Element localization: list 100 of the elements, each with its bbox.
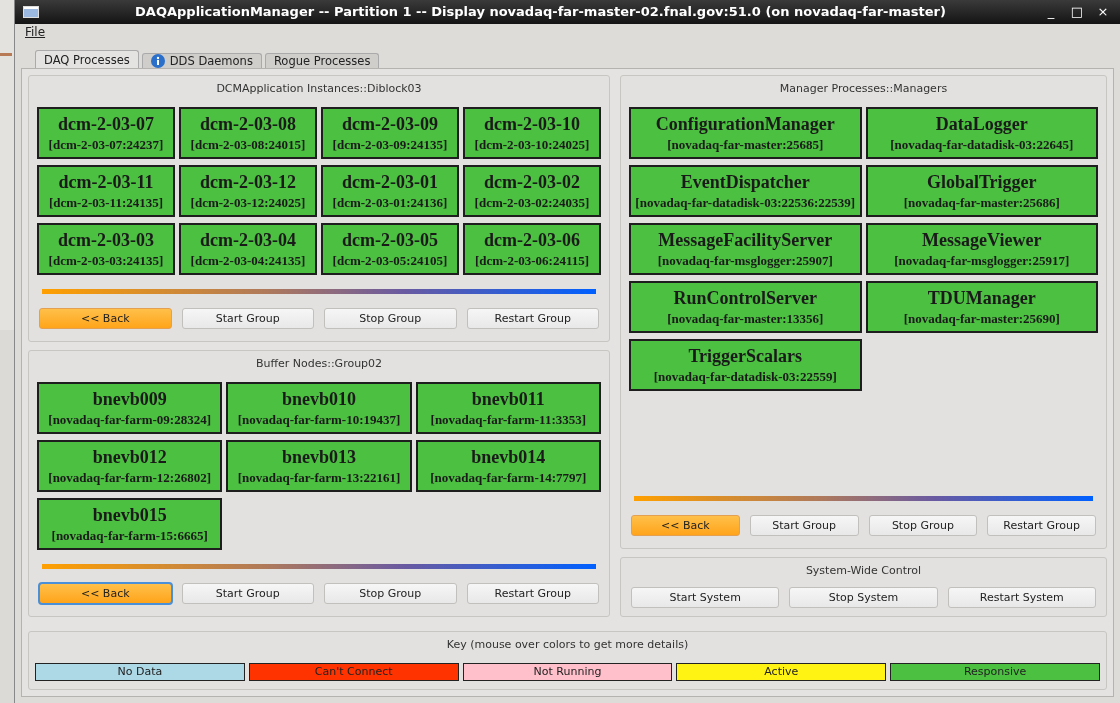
- window-control[interactable]: □: [1068, 4, 1086, 20]
- tab-label: DDS Daemons: [169, 54, 253, 68]
- window-control[interactable]: ×: [1094, 4, 1112, 20]
- process-name: bnevb012: [92, 446, 167, 468]
- process-tile[interactable]: DataLogger [novadaq-far-datadisk-03:22645]: [865, 107, 1098, 159]
- process-name: dcm-2-03-10: [484, 113, 580, 135]
- tab[interactable]: Rogue Processes: [264, 53, 380, 68]
- process-name: MessageViewer: [922, 229, 1042, 251]
- process-name: EventDispatcher: [680, 171, 810, 193]
- process-tile[interactable]: MessageViewer [novadaq-far-msglogger:25917]: [865, 223, 1098, 275]
- process-tile[interactable]: dcm-2-03-07 [dcm-2-03-07:24237]: [37, 107, 175, 159]
- system-button[interactable]: Start System: [631, 587, 780, 608]
- tab-label: Rogue Processes: [273, 54, 371, 68]
- process-tile[interactable]: dcm-2-03-09 [dcm-2-03-09:24135]: [321, 107, 459, 159]
- process-tile[interactable]: dcm-2-03-05 [dcm-2-03-05:24105]: [321, 223, 459, 275]
- group-button[interactable]: Stop Group: [324, 583, 457, 604]
- process-name: dcm-2-03-07: [58, 113, 154, 135]
- legend-swatch[interactable]: Responsive: [890, 663, 1100, 681]
- process-tile[interactable]: dcm-2-03-08 [dcm-2-03-08:24015]: [179, 107, 317, 159]
- group-button[interactable]: Stop Group: [868, 515, 978, 536]
- process-address: [novadaq-far-master:13356]: [667, 310, 824, 327]
- back-button[interactable]: << Back: [39, 583, 172, 604]
- group-button[interactable]: Start Group: [749, 515, 859, 536]
- process-tile[interactable]: dcm-2-03-06 [dcm-2-03-06:24115]: [463, 223, 601, 275]
- process-name: dcm-2-03-04: [200, 229, 296, 251]
- process-name: dcm-2-03-02: [484, 171, 580, 193]
- system-button[interactable]: Restart System: [947, 587, 1096, 608]
- window-icon: [23, 5, 39, 18]
- process-tile[interactable]: dcm-2-03-12 [dcm-2-03-12:24025]: [179, 165, 317, 217]
- back-button[interactable]: << Back: [39, 308, 172, 329]
- process-name: TDUManager: [927, 287, 1036, 309]
- process-tile[interactable]: bnevb014 [novadaq-far-farm-14:7797]: [415, 440, 601, 492]
- process-address: [dcm-2-03-02:24035]: [474, 194, 590, 211]
- process-address: [novadaq-far-master:25690]: [903, 310, 1060, 327]
- process-address: [novadaq-far-datadisk-03:22559]: [653, 368, 837, 385]
- process-name: ConfigurationManager: [655, 113, 835, 135]
- process-address: [dcm-2-03-11:24135]: [48, 194, 164, 211]
- window-title: DAQApplicationManager -- Partition 1 -- Display novadaq-far-master-02.fnal.gov:51.0 (on novadaq-far-master): [134, 4, 947, 20]
- group-title: DCMApplication Instances::Diblock03: [216, 82, 422, 97]
- group-button[interactable]: Stop Group: [324, 308, 457, 329]
- group-button[interactable]: Restart Group: [466, 308, 599, 329]
- process-tile[interactable]: bnevb012 [novadaq-far-farm-12:26802]: [37, 440, 223, 492]
- process-tile[interactable]: bnevb013 [novadaq-far-farm-13:22161]: [226, 440, 412, 492]
- back-button[interactable]: << Back: [631, 515, 740, 536]
- legend-swatch[interactable]: Not Running: [462, 663, 673, 681]
- process-tile[interactable]: dcm-2-03-02 [dcm-2-03-02:24035]: [463, 165, 601, 217]
- process-address: [novadaq-far-master:25686]: [903, 194, 1060, 211]
- menu-item[interactable]: File: [25, 24, 46, 39]
- process-address: [dcm-2-03-04:24135]: [190, 252, 306, 269]
- process-tile[interactable]: TriggerScalars [novadaq-far-datadisk-03:22559]: [629, 339, 862, 391]
- process-tile[interactable]: dcm-2-03-01 [dcm-2-03-01:24136]: [321, 165, 459, 217]
- process-address: [dcm-2-03-03:24135]: [48, 252, 164, 269]
- process-name: dcm-2-03-11: [58, 171, 154, 193]
- legend-swatch[interactable]: Can't Connect: [248, 663, 459, 681]
- tab[interactable]: DAQ Processes: [35, 50, 139, 68]
- process-address: [dcm-2-03-12:24025]: [190, 194, 306, 211]
- process-address: [dcm-2-03-06:24115]: [474, 252, 590, 269]
- process-tile[interactable]: bnevb010 [novadaq-far-farm-10:19437]: [226, 382, 412, 434]
- process-name: bnevb011: [471, 388, 545, 410]
- process-name: dcm-2-03-06: [484, 229, 580, 251]
- process-address: [novadaq-far-farm-10:19437]: [237, 411, 401, 428]
- group-button[interactable]: Restart Group: [466, 583, 599, 604]
- process-address: [dcm-2-03-09:24135]: [332, 136, 448, 153]
- process-name: DataLogger: [935, 113, 1028, 135]
- process-tile[interactable]: GlobalTrigger [novadaq-far-master:25686]: [865, 165, 1098, 217]
- system-button[interactable]: Stop System: [789, 587, 938, 608]
- process-tile[interactable]: bnevb015 [novadaq-far-farm-15:6665]: [37, 498, 223, 550]
- process-tile[interactable]: dcm-2-03-10 [dcm-2-03-10:24025]: [463, 107, 601, 159]
- process-name: RunControlServer: [673, 287, 818, 309]
- process-address: [dcm-2-03-08:24015]: [190, 136, 306, 153]
- legend-swatch[interactable]: No Data: [35, 663, 245, 681]
- process-address: [novadaq-far-farm-11:3353]: [430, 411, 587, 428]
- legend-swatch[interactable]: Active: [676, 663, 887, 681]
- process-tile[interactable]: RunControlServer [novadaq-far-master:13356]: [629, 281, 862, 333]
- process-tile[interactable]: ConfigurationManager [novadaq-far-master:25685]: [629, 107, 862, 159]
- process-tile[interactable]: bnevb009 [novadaq-far-farm-09:28324]: [37, 382, 223, 434]
- tab-label: DAQ Processes: [44, 52, 130, 67]
- process-tile[interactable]: bnevb011 [novadaq-far-farm-11:3353]: [415, 382, 601, 434]
- group-title: Buffer Nodes::Group02: [255, 357, 383, 372]
- group-button[interactable]: Start Group: [181, 308, 314, 329]
- process-name: bnevb015: [92, 504, 167, 526]
- process-address: [novadaq-far-farm-12:26802]: [48, 469, 211, 486]
- process-name: bnevb010: [281, 388, 356, 410]
- process-tile[interactable]: dcm-2-03-03 [dcm-2-03-03:24135]: [37, 223, 175, 275]
- process-tile[interactable]: TDUManager [novadaq-far-master:25690]: [865, 281, 1098, 333]
- tab[interactable]: DDS Daemons: [141, 53, 262, 68]
- process-tile[interactable]: EventDispatcher [novadaq-far-datadisk-03:22536:22539]: [629, 165, 862, 217]
- process-tile[interactable]: dcm-2-03-04 [dcm-2-03-04:24135]: [179, 223, 317, 275]
- process-name: TriggerScalars: [688, 345, 803, 367]
- process-name: dcm-2-03-09: [342, 113, 438, 135]
- group-button[interactable]: Restart Group: [987, 515, 1096, 536]
- process-address: [novadaq-far-farm-13:22161]: [237, 469, 401, 486]
- process-name: dcm-2-03-05: [342, 229, 438, 251]
- window-control[interactable]: _: [1042, 4, 1060, 20]
- group-button[interactable]: Start Group: [181, 583, 314, 604]
- process-name: MessageFacilityServer: [658, 229, 833, 251]
- process-tile[interactable]: dcm-2-03-11 [dcm-2-03-11:24135]: [37, 165, 175, 217]
- process-address: [novadaq-far-msglogger:25917]: [894, 252, 1070, 269]
- process-address: [dcm-2-03-01:24136]: [332, 194, 448, 211]
- process-tile[interactable]: MessageFacilityServer [novadaq-far-msglogger:25907]: [629, 223, 862, 275]
